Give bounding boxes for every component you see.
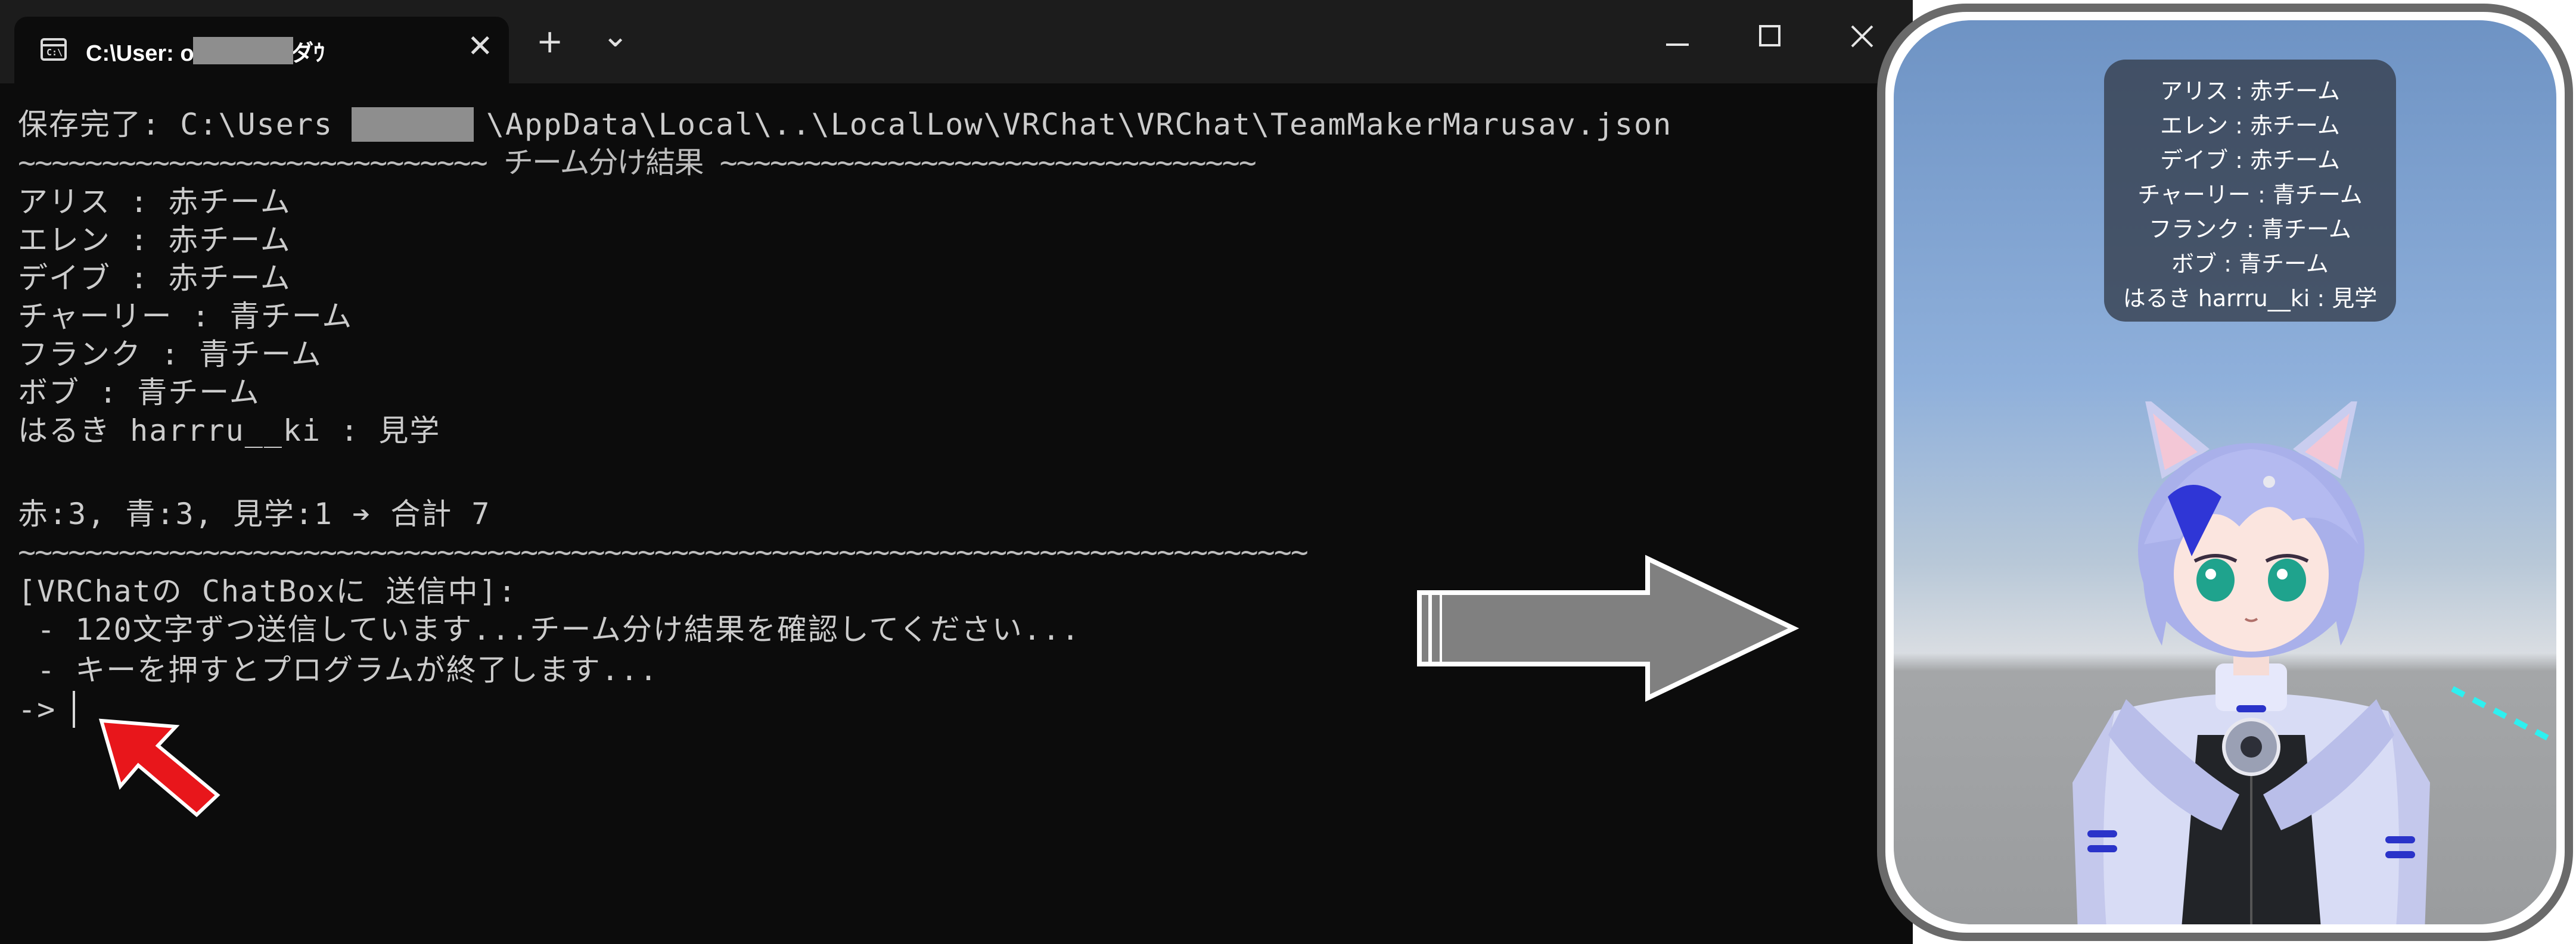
terminal-line-member: デイブ : 赤チーム	[18, 261, 291, 295]
minimize-button[interactable]	[1663, 23, 1692, 67]
redacted-username-block	[352, 107, 474, 142]
terminal-window: C:\ C:\User: ownloads\ダｳ ✕ + ⌄ 保存完了	[0, 0, 1913, 944]
close-icon	[1851, 25, 1873, 48]
maximize-button[interactable]	[1755, 23, 1785, 67]
tab-terminal[interactable]: C:\ C:\User: ownloads\ダｳ ✕	[14, 17, 509, 83]
new-tab-button[interactable]: +	[536, 24, 563, 60]
chatbox-line: エレン : 赤チーム	[2160, 113, 2340, 139]
avatar	[2072, 401, 2430, 924]
terminal-line-summary: 赤:3, 青:3, 見学:1 ➔ 合計 7	[18, 497, 491, 531]
maximize-icon	[1759, 25, 1780, 46]
chatbox-line: チャーリー : 青チーム	[2137, 182, 2363, 208]
chatbox-line: デイブ : 赤チーム	[2160, 147, 2340, 173]
chatbox-line: ボブ : 青チーム	[2171, 251, 2329, 277]
right-arrow	[1417, 554, 1800, 702]
vrchat-chatbox: アリス : 赤チーム エレン : 赤チーム デイブ : 赤チーム チャーリー :…	[2104, 60, 2396, 322]
tab-close-button[interactable]: ✕	[467, 29, 493, 64]
terminal-line-separator: ~~~~~~~~~~~~~~~~~~~~~~~~~~~~~~~~~~~~~~~~…	[18, 535, 1309, 569]
redacted-username-block	[193, 37, 293, 64]
cursor-pointer-arrow	[98, 718, 220, 818]
terminal-line-info: - キーを押すとプログラムが終了します...	[18, 653, 659, 687]
terminal-line-member: ボブ : 青チーム	[18, 375, 260, 410]
tab-dropdown-button[interactable]: ⌄	[602, 18, 629, 54]
terminal-prompt[interactable]: ->	[18, 690, 56, 729]
title-bar: C:\ C:\User: ownloads\ダｳ ✕ + ⌄	[0, 0, 1913, 83]
terminal-line-member: フランク : 青チーム	[18, 337, 322, 372]
terminal-line-member: アリス : 赤チーム	[18, 185, 291, 219]
terminal-line-member: はるき harrru__ki : 見学	[18, 413, 441, 448]
text-cursor	[73, 691, 75, 728]
chatbox-line: はるき harrru__ki : 見学	[2123, 285, 2378, 311]
close-window-button[interactable]	[1847, 23, 1877, 67]
terminal-line-save-path: 保存完了: C:\Users \AppData\Local\..\LocalLo…	[18, 107, 1673, 142]
terminal-line-member: エレン : 赤チーム	[18, 223, 291, 257]
vrchat-preview-panel: アリス : 赤チーム エレン : 赤チーム デイブ : 赤チーム チャーリー :…	[1877, 4, 2573, 941]
minimize-icon	[1666, 43, 1689, 46]
chatbox-line: フランク : 青チーム	[2149, 216, 2351, 242]
terminal-line-member: チャーリー : 青チーム	[18, 299, 353, 334]
chatbox-line: アリス : 赤チーム	[2160, 78, 2340, 104]
terminal-line-result-header: ~~~~~~~~~~~~~~~~~~~~~~~~~~~~ チーム分け結果 ~~~…	[18, 145, 1257, 180]
terminal-icon: C:\	[41, 38, 67, 61]
terminal-line-info: - 120文字ずつ送信しています...チーム分け結果を確認してください...	[18, 612, 1081, 647]
neon-floor-strip	[2451, 686, 2549, 741]
vrchat-scene: アリス : 赤チーム エレン : 赤チーム デイブ : 赤チーム チャーリー :…	[1894, 20, 2556, 924]
terminal-line-sending: [VRChatの ChatBoxに 送信中]:	[18, 574, 517, 609]
